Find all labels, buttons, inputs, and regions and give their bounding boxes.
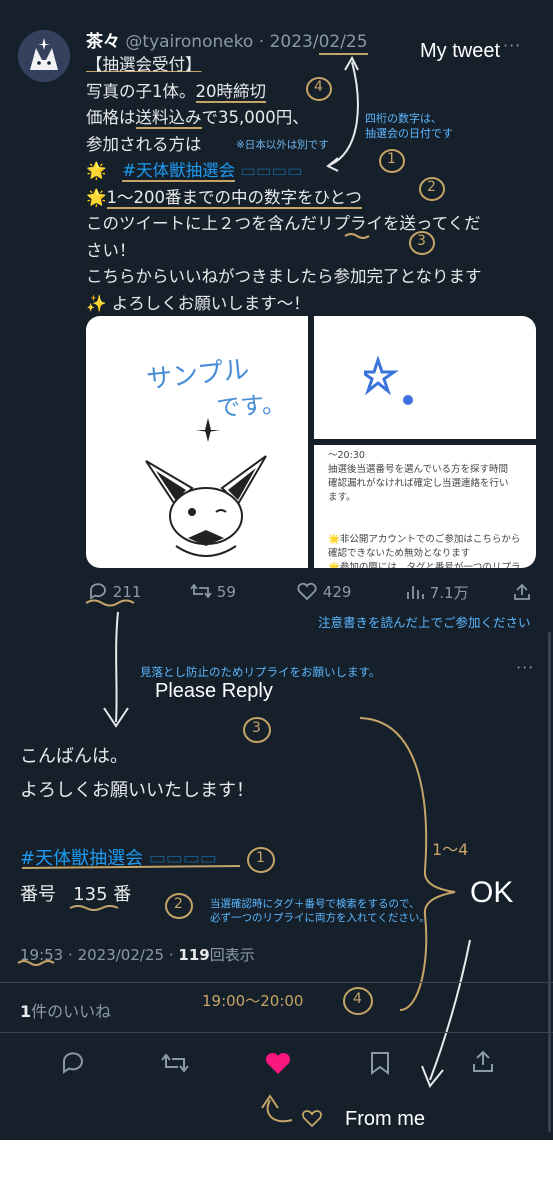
- please-reply-annotation: Please Reply: [155, 680, 273, 702]
- reply-button[interactable]: [60, 1050, 86, 1076]
- reply-number-line: 番号 135 番: [20, 880, 131, 906]
- time-range-annotation: 19:00〜20:00: [202, 992, 304, 1010]
- share-icon: [473, 1050, 493, 1072]
- reply-icon: [63, 1052, 83, 1074]
- reply-hashtag[interactable]: #天体獣抽選会: [20, 848, 143, 869]
- notice-line-6: 🌟非公開アカウントでのご参加はこちらから: [328, 534, 521, 545]
- divider: [0, 982, 553, 983]
- reply-time[interactable]: 19:53: [20, 946, 63, 964]
- bookmark-button[interactable]: [368, 1050, 392, 1076]
- notice-line-4: ます。: [328, 492, 356, 503]
- search-note-line-2: 必ず一つのリプライに両方を入れてください。: [210, 912, 430, 924]
- like-count: 429: [322, 583, 352, 601]
- media-star-sketch[interactable]: [314, 316, 536, 439]
- reply-date[interactable]: 2023/02/25: [78, 946, 164, 964]
- reply-number-label: 番号: [20, 884, 56, 905]
- circled-number-3-top: 3: [408, 230, 436, 260]
- likes-summary-count: 1: [20, 1002, 32, 1021]
- circled-number-1-reply: 1: [246, 846, 276, 878]
- divider: [0, 1032, 553, 1033]
- retweet-icon: [190, 583, 212, 599]
- reply-number-suffix: 番: [113, 884, 132, 905]
- retweet-action[interactable]: 59: [190, 582, 236, 601]
- reply-hashtag-line: #天体獣抽選会 ▭▭▭▭: [20, 844, 217, 870]
- reply-view-count: 119: [178, 946, 210, 964]
- circled-number-4-reply: 4: [342, 986, 374, 1020]
- likes-summary[interactable]: 1件のいいね: [20, 998, 111, 1022]
- search-note-line-1: 当選確認時にタグ＋番号で検索をするので、: [210, 898, 420, 910]
- circled-number-2-top: 2: [418, 176, 446, 206]
- retweet-button[interactable]: [160, 1050, 190, 1076]
- share-icon: [514, 583, 530, 600]
- like-action[interactable]: 429: [296, 582, 351, 601]
- circled-number-label: 1: [387, 151, 396, 167]
- meta-separator: ·: [168, 946, 174, 964]
- notice-line-8: 🌟参加の際には、タグと番号が一つのリプラ: [328, 562, 521, 568]
- ok-annotation: OK: [470, 876, 514, 909]
- reply-icon: [90, 583, 106, 600]
- caution-annotation: 注意書きを読んだ上でご参加ください: [318, 615, 531, 630]
- reply-line-1: こんばんは。: [20, 746, 128, 767]
- reply-number-value: 135: [73, 884, 108, 905]
- annotation-strokes: [17, 55, 471, 1128]
- creature-illustration: [145, 418, 267, 557]
- blue-star-icon: [364, 356, 413, 405]
- heart-outline-icon: [297, 582, 317, 601]
- circled-number-3-reply: 3: [242, 716, 272, 748]
- heart-filled-icon: [265, 1052, 291, 1074]
- views-action[interactable]: 7.1万: [405, 582, 469, 603]
- circled-number-label: 4: [314, 79, 323, 95]
- tweet-media-grid[interactable]: サンプル です。 〜20:30 抽選後当選番号を選んでいる方を探す時間 確認漏れ…: [86, 316, 536, 568]
- reply-count: 211: [112, 583, 142, 601]
- media-sample-drawing[interactable]: サンプル です。: [86, 316, 308, 568]
- reply-line-2: よろしくお願いいたします！: [20, 780, 254, 801]
- reply-meta: 19:53 · 2023/02/25 · 119回表示: [20, 944, 255, 965]
- notice-line-3: 確認漏れがなければ確定し当選連絡を行い: [328, 478, 509, 489]
- retweet-count: 59: [216, 583, 236, 601]
- reply-action[interactable]: 211: [88, 582, 141, 601]
- circled-number-1-top: 1: [378, 148, 406, 178]
- likes-summary-label: 件のいいね: [31, 1002, 112, 1021]
- media-notice-screenshot[interactable]: 〜20:30 抽選後当選番号を選んでいる方を探す時間 確認漏れがなければ確定し当…: [314, 445, 536, 568]
- views-chart-icon: [407, 586, 424, 599]
- views-count: 7.1万: [429, 584, 469, 602]
- circled-number-label: 3: [252, 720, 261, 736]
- reply-reason-annotation: 見落とし防止のためリプライをお願いします。: [140, 665, 381, 679]
- notice-line-2: 抽選後当選番号を選んでいる方を探す時間: [328, 464, 509, 475]
- circled-number-4-top: 4: [305, 76, 333, 106]
- tweet-thread-screen: 茶々 @tyairononeko · 2023/02/25 ··· My twe…: [0, 0, 553, 1140]
- circled-number-label: 2: [174, 896, 183, 912]
- bookmark-icon: [371, 1052, 389, 1075]
- share-action[interactable]: [512, 582, 532, 606]
- range-annotation: 1〜4: [432, 840, 469, 859]
- circled-number-label: 3: [417, 233, 426, 249]
- notice-line-1: 〜20:30: [328, 450, 365, 461]
- share-button[interactable]: [470, 1049, 496, 1075]
- reply-view-label: 回表示: [209, 946, 255, 964]
- circled-number-label: 4: [353, 991, 362, 1007]
- circled-number-2-reply: 2: [164, 892, 194, 924]
- scrollbar[interactable]: [548, 632, 551, 1132]
- notice-line-7: 確認できないため無効となります: [328, 548, 471, 559]
- circled-number-label: 2: [427, 179, 436, 195]
- circled-number-label: 1: [256, 850, 265, 866]
- from-me-annotation: From me: [345, 1108, 425, 1130]
- meta-separator: ·: [68, 946, 73, 964]
- reply-more-button[interactable]: ···: [516, 658, 534, 677]
- reply-hashtag-redacted: ▭▭▭▭: [143, 848, 217, 869]
- like-button[interactable]: [264, 1050, 292, 1076]
- retweet-icon: [161, 1053, 189, 1073]
